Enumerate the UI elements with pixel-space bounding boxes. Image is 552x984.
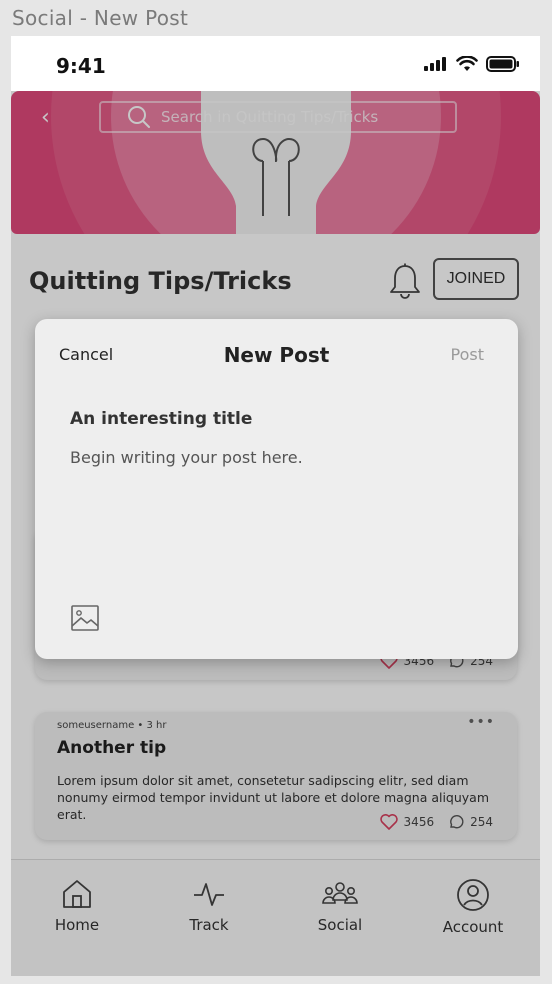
image-icon[interactable] <box>71 605 99 631</box>
wifi-icon <box>456 56 478 71</box>
status-bar: 9:41 <box>11 36 540 91</box>
status-time: 9:41 <box>56 54 106 78</box>
new-post-modal: Cancel New Post Post An interesting titl… <box>35 319 518 659</box>
post-title-input[interactable]: An interesting title <box>70 409 252 429</box>
post-body-input[interactable]: Begin writing your post here. <box>70 448 303 467</box>
cancel-button[interactable]: Cancel <box>59 345 113 364</box>
window-title: Social - New Post <box>12 6 189 30</box>
phone-screen: 9:41 ‹ Search in Quitting Tips/Tricks Qu… <box>11 36 540 976</box>
battery-icon <box>486 56 519 72</box>
signal-icon <box>424 57 446 71</box>
status-icons <box>424 56 520 72</box>
post-button[interactable]: Post <box>451 345 484 364</box>
